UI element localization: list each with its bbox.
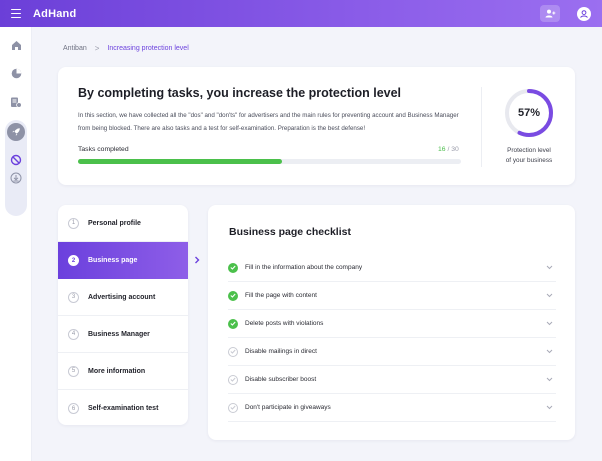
step-business-page[interactable]: 2 Business page	[58, 242, 188, 279]
checklist-item[interactable]: Delete posts with violations	[228, 310, 556, 338]
step-label: Business Manager	[88, 330, 150, 338]
steps-nav: 1 Personal profile 2 Business page 3 Adv…	[58, 205, 188, 425]
check-pending-icon	[228, 346, 238, 357]
breadcrumb-separator: >	[94, 44, 100, 53]
sidebar	[0, 27, 32, 461]
pie-chart-icon[interactable]	[8, 65, 24, 81]
breadcrumb: Antiban > Increasing protection level	[63, 44, 189, 53]
step-advertising-account[interactable]: 3 Advertising account	[58, 279, 188, 316]
tasks-completed-label: Tasks completed	[78, 146, 129, 153]
checklist-item-label: Don't participate in giveaways	[245, 404, 331, 411]
step-personal-profile[interactable]: 1 Personal profile	[58, 205, 188, 242]
add-user-button[interactable]	[540, 5, 560, 22]
download-circle-icon[interactable]	[10, 171, 22, 189]
user-icon	[580, 9, 588, 18]
checklist-item[interactable]: Fill in the information about the compan…	[228, 254, 556, 282]
tasks-completed-count: 16 / 30	[438, 146, 459, 153]
menu-icon[interactable]	[11, 8, 27, 20]
breadcrumb-current: Increasing protection level	[107, 45, 189, 52]
step-label: More information	[88, 367, 146, 375]
business-page-checklist: Business page checklist Fill in the info…	[208, 205, 575, 440]
check-pending-icon	[228, 374, 238, 385]
step-number: 4	[68, 328, 79, 340]
protection-summary-card: By completing tasks, you increase the pr…	[58, 67, 575, 185]
checklist-item[interactable]: Disable mailings in direct	[228, 338, 556, 366]
check-done-icon	[228, 290, 238, 301]
step-number: 2	[68, 255, 79, 266]
tasks-progress-bar	[78, 159, 461, 164]
checklist-item[interactable]: Fill the page with content	[228, 282, 556, 310]
block-icon[interactable]	[10, 153, 22, 171]
chevron-down-icon[interactable]	[546, 349, 554, 355]
step-number: 1	[68, 217, 79, 229]
protection-percent: 57%	[517, 107, 541, 119]
protection-caption-line1: Protection level	[507, 147, 551, 154]
step-number: 3	[68, 291, 79, 303]
step-number: 6	[68, 403, 79, 414]
step-label: Self-examination test	[88, 405, 159, 412]
document-settings-icon[interactable]	[8, 94, 24, 110]
brand-logo[interactable]: AdHand	[33, 8, 76, 20]
checklist-item-label: Delete posts with violations	[245, 320, 324, 327]
step-more-information[interactable]: 5 More information	[58, 353, 188, 390]
protection-caption-line2: of your business	[505, 157, 553, 164]
top-bar: AdHand	[0, 0, 602, 27]
intro-description: In this section, we have collected all t…	[78, 112, 459, 132]
checklist-item-label: Fill the page with content	[245, 292, 317, 299]
protection-caption: Protection level of your business	[493, 146, 565, 166]
step-label: Advertising account	[88, 293, 156, 301]
check-pending-icon	[228, 402, 238, 413]
chevron-down-icon[interactable]	[546, 321, 554, 327]
sidebar-tools-group	[5, 120, 27, 216]
add-user-icon	[545, 9, 555, 18]
tasks-done-count: 16	[438, 146, 446, 153]
chevron-right-icon	[193, 256, 201, 264]
divider	[481, 87, 482, 167]
chevron-down-icon[interactable]	[546, 377, 554, 383]
chevron-down-icon[interactable]	[546, 265, 554, 271]
checklist-item-label: Fill in the information about the compan…	[245, 264, 363, 271]
rocket-icon[interactable]	[7, 123, 25, 141]
step-self-examination-test[interactable]: 6 Self-examination test	[58, 390, 188, 427]
breadcrumb-root-link[interactable]: Antiban	[63, 45, 87, 52]
step-label: Personal profile	[88, 219, 141, 227]
chevron-down-icon[interactable]	[546, 293, 554, 299]
chevron-down-icon[interactable]	[546, 405, 554, 411]
checklist-item[interactable]: Disable subscriber boost	[228, 366, 556, 394]
tasks-total-count: / 30	[447, 146, 459, 153]
checklist-item[interactable]: Don't participate in giveaways	[228, 394, 556, 422]
step-number: 5	[68, 365, 79, 377]
check-done-icon	[228, 262, 238, 273]
checklist-title: Business page checklist	[229, 226, 351, 238]
step-business-manager[interactable]: 4 Business Manager	[58, 316, 188, 353]
checklist-item-label: Disable mailings in direct	[245, 348, 317, 355]
home-icon[interactable]	[8, 37, 24, 53]
checklist-item-label: Disable subscriber boost	[245, 376, 317, 383]
profile-button[interactable]	[577, 6, 591, 21]
tasks-progress-fill	[78, 159, 283, 164]
page-title: By completing tasks, you increase the pr…	[78, 86, 402, 100]
check-done-icon	[228, 318, 238, 329]
step-label: Business page	[88, 257, 138, 264]
